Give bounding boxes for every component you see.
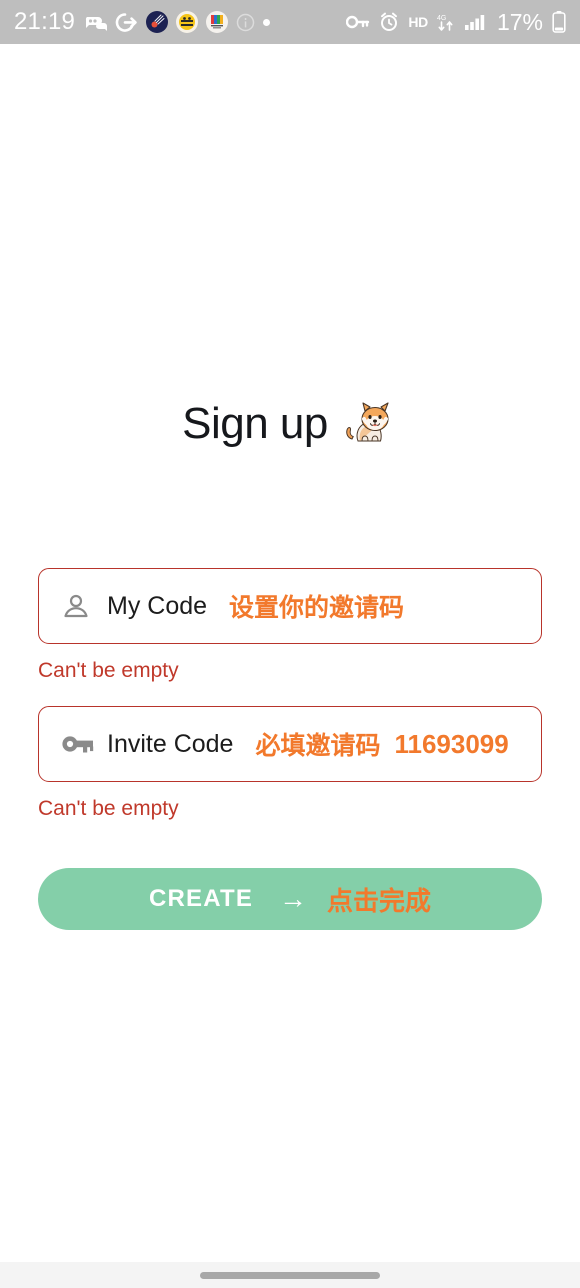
page-title: Sign up <box>182 399 328 448</box>
app-badge-comet-icon <box>146 11 169 33</box>
dot-indicator-icon <box>263 18 271 26</box>
app-badge-face-icon <box>176 11 199 33</box>
signup-screen: Sign up My Code 设置你的邀请码 Can't be empty I… <box>0 44 580 1288</box>
signal-bars-icon <box>464 13 486 31</box>
my-code-error: Can't be empty <box>38 659 179 682</box>
status-bar-right-group: HD 4G 17% <box>346 9 566 36</box>
alarm-clock-icon <box>379 12 399 32</box>
invite-code-annotation: 必填邀请码 <box>255 731 381 760</box>
person-outline-icon <box>61 591 105 621</box>
page-title-row: Sign up <box>0 399 580 449</box>
create-button-label: CREATE <box>148 885 254 912</box>
invite-code-suggested-value: 11693099 <box>394 728 509 759</box>
arrow-right-icon: → <box>279 883 308 914</box>
google-arrow-icon <box>115 12 138 33</box>
invite-code-error: Can't be empty <box>38 797 179 820</box>
status-bar-left-group: 21:19 <box>14 8 346 36</box>
create-button-annotation: 点击完成 <box>327 886 432 917</box>
game-controller-chat-icon <box>83 12 108 32</box>
vpn-key-icon <box>346 14 370 30</box>
my-code-annotation: 设置你的邀请码 <box>229 593 405 622</box>
vpn-key-icon <box>61 733 105 755</box>
invite-code-field[interactable]: Invite Code 必填邀请码 11693099 <box>38 706 542 782</box>
hd-icon: HD <box>408 14 428 30</box>
invite-code-label: Invite Code <box>107 729 234 758</box>
bottom-navigation-bar <box>0 1262 580 1288</box>
my-code-field[interactable]: My Code 设置你的邀请码 <box>38 568 542 644</box>
my-code-label: My Code <box>107 591 208 620</box>
info-circle-icon <box>236 13 255 32</box>
status-bar-clock: 21:19 <box>14 8 76 35</box>
battery-percent-label: 17% <box>496 8 543 35</box>
home-gesture-indicator[interactable] <box>200 1271 380 1279</box>
battery-icon <box>552 10 566 34</box>
status-bar: 21:19 HD 4G 17% <box>0 0 580 44</box>
shiba-inu-dog-emoji <box>342 399 398 449</box>
svg-text:4G: 4G <box>437 15 446 22</box>
app-badge-m-logo-icon <box>206 11 229 33</box>
create-button[interactable]: CREATE → 点击完成 <box>38 868 542 930</box>
data-transfer-icon: 4G <box>437 12 455 32</box>
